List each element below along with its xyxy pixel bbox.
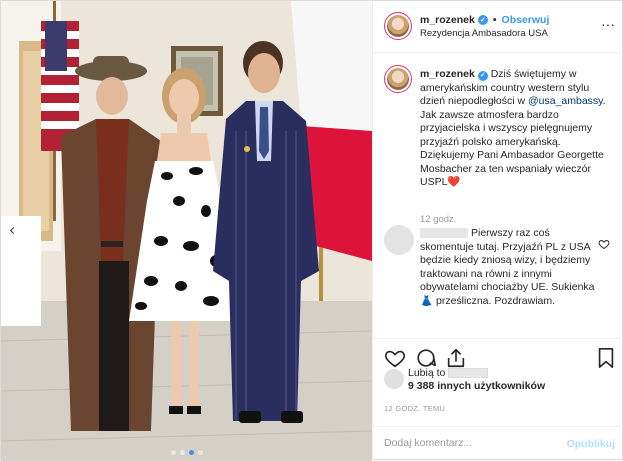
verified-badge-icon: ✓ (477, 15, 488, 25)
caption-avatar[interactable] (384, 65, 412, 93)
post-location[interactable]: Rezydencja Ambasadora USA (420, 28, 548, 39)
avatar-image (387, 68, 409, 90)
like-heart-icon[interactable] (384, 347, 406, 369)
separator: • (492, 14, 497, 26)
post-side-panel: m_rozenek ✓ • Obserwuj Rezydencja Ambasa… (372, 1, 623, 461)
author-username[interactable]: m_rozenek (420, 14, 475, 26)
liker-username-blurred[interactable] (448, 368, 489, 379)
commenter-avatar-blurred[interactable] (384, 225, 414, 255)
comment-body: Pierwszy raz coś skomentuje tutaj. Przyj… (420, 227, 595, 307)
photo-illustration (1, 1, 372, 461)
carousel-dot (170, 450, 176, 455)
carousel-dot-active (188, 450, 194, 455)
bookmark-icon[interactable] (595, 347, 617, 369)
carousel-dot (179, 450, 185, 455)
caption-username[interactable]: m_rozenek (420, 68, 475, 80)
author-avatar[interactable] (384, 12, 412, 40)
liker-avatar-blurred[interactable] (384, 369, 404, 389)
comment-heart-icon[interactable] (598, 238, 610, 250)
comment-bubble-icon[interactable] (415, 347, 437, 369)
add-comment-bar: Opublikuj (373, 426, 623, 461)
share-icon[interactable] (445, 347, 467, 369)
post-timestamp[interactable]: 12 GODZ. TEMU (384, 404, 445, 413)
more-options-icon[interactable]: ··· (601, 16, 615, 32)
comment-input[interactable] (384, 437, 554, 449)
author-row: m_rozenek ✓ • Obserwuj (420, 14, 549, 26)
avatar-image (387, 15, 409, 37)
carousel-dot (197, 450, 203, 455)
carousel-prev-button[interactable] (5, 223, 19, 237)
verified-badge-icon: ✓ (477, 70, 488, 81)
caption-text: m_rozenek ✓ Dziś świętujemy w amerykańsk… (420, 68, 615, 190)
post-header: m_rozenek ✓ • Obserwuj Rezydencja Ambasa… (373, 1, 623, 53)
carousel-dots (1, 450, 372, 455)
commenter-username-blurred[interactable] (420, 228, 468, 239)
caption-emoji: USPL❤️ (420, 176, 461, 188)
caption-time[interactable]: 12 godz. (420, 214, 456, 225)
instagram-post: m_rozenek ✓ • Obserwuj Rezydencja Ambasa… (0, 0, 623, 461)
chevron-left-icon (9, 226, 17, 234)
follow-button[interactable]: Obserwuj (502, 14, 550, 26)
comment-text: Pierwszy raz coś skomentuje tutaj. Przyj… (420, 227, 602, 308)
post-photo[interactable] (1, 1, 372, 461)
likes-text: Lubią to 9 388 innych użytkowników (408, 367, 608, 393)
publish-button[interactable]: Opublikuj (567, 438, 615, 450)
likes-prefix: Lubią to (408, 367, 446, 379)
likes-others-link[interactable]: 9 388 innych użytkowników (408, 380, 545, 392)
caption-mention[interactable]: @usa_ambassy (528, 95, 603, 107)
